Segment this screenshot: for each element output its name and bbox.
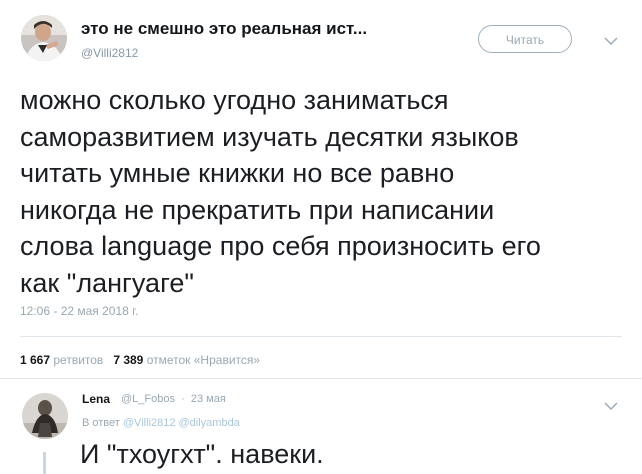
reply-to: В ответ @Villi2812 @dilyambda [82, 417, 240, 429]
tweet-text-line: как "лангуаге" [20, 267, 194, 298]
reply-author-handle[interactable]: @L_Fobos [121, 393, 175, 405]
divider [0, 378, 642, 379]
reply-author-avatar[interactable] [22, 393, 68, 439]
retweets-count[interactable]: 1 667 [20, 353, 50, 367]
retweets-label[interactable]: ретвитов [53, 353, 103, 367]
author-name[interactable]: это не смешно это реальная ист... [81, 19, 367, 39]
reply-prefix: В ответ [82, 417, 120, 429]
author-avatar[interactable] [21, 15, 67, 61]
tweet-timestamp[interactable]: 12:06 - 22 мая 2018 г. [20, 304, 138, 318]
tweet-stats: 1 667 ретвитов 7 389 отметок «Нравится» [20, 353, 260, 367]
likes-label[interactable]: отметок «Нравится» [147, 353, 260, 367]
reply-author-name[interactable]: Lena [82, 392, 110, 406]
tweet-text-line: никогда не прекратить при написании [20, 194, 495, 225]
tweet-text: можно сколько угодно заниматься саморазв… [20, 82, 620, 301]
thread-line [43, 452, 46, 474]
follow-button[interactable]: Читать [478, 25, 572, 53]
reply-to-handles[interactable]: @Villi2812 @dilyambda [123, 417, 240, 429]
tweet-text-line: слова language про себя произносить его [20, 231, 541, 261]
chevron-down-icon[interactable] [604, 398, 618, 410]
reply-meta: @L_Fobos · 23 мая [121, 393, 226, 405]
divider [20, 336, 622, 337]
reply-text: И "тхоугхт". навеки. [80, 439, 324, 469]
tweet-text-line: можно сколько угодно заниматься [20, 85, 449, 115]
tweet-text-line: саморазвитием изучать десятки языков [20, 121, 519, 152]
reply-date[interactable]: 23 мая [191, 393, 226, 405]
likes-count[interactable]: 7 389 [113, 353, 143, 367]
chevron-down-icon[interactable] [604, 33, 618, 45]
author-handle[interactable]: @Villi2812 [81, 46, 138, 60]
tweet-text-line: читать умные книжки но все равно [20, 158, 455, 188]
